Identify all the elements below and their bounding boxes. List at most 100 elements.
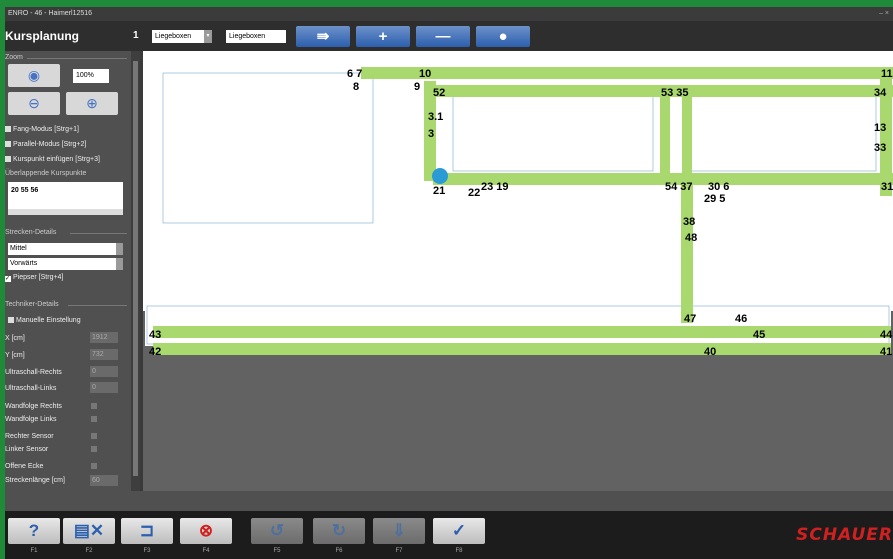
- point-label: 52: [433, 87, 445, 99]
- map-canvas[interactable]: 6 7 8 10 9 11 52 53 35 34 3.1 3 13 33 56…: [143, 51, 893, 491]
- divider: [70, 233, 127, 234]
- wall-left-label: Wandfolge Links: [5, 416, 57, 423]
- us-left-label: Ultraschall-Links: [5, 385, 57, 392]
- remove-button[interactable]: —: [416, 26, 470, 47]
- key-label: F3: [143, 548, 151, 554]
- checkbox[interactable]: [5, 156, 11, 162]
- course-map[interactable]: 6 7 8 10 9 11 52 53 35 34 3.1 3 13 33 56…: [143, 51, 893, 491]
- point-label: 29 5: [704, 193, 725, 205]
- page-title: Kursplanung: [5, 29, 79, 43]
- brand-logo: SCHAUER: [796, 525, 893, 545]
- point-label: 30 6: [708, 181, 729, 193]
- redo-button[interactable]: ↻: [313, 518, 365, 544]
- delete-button[interactable]: ⊗: [180, 518, 232, 544]
- return-button[interactable]: ⊐: [121, 518, 173, 544]
- play-button[interactable]: ●: [476, 26, 530, 47]
- horizontal-scrollbar[interactable]: [8, 209, 123, 215]
- track-lower-2: [153, 343, 891, 355]
- sidebar-scrollbar[interactable]: [131, 51, 140, 491]
- x-label: X [cm]: [5, 335, 25, 342]
- us-right-field: 0: [90, 366, 118, 377]
- point-label: 41: [880, 346, 892, 358]
- wall-left-checkbox: [91, 416, 97, 422]
- point-label: 33: [874, 142, 886, 154]
- option-piepser[interactable]: ✓ Piepser [Strg+4]: [5, 274, 63, 282]
- arrow-right-icon: ⇛: [316, 28, 330, 45]
- right-sensor-checkbox: [91, 433, 97, 439]
- option-label: Fang-Modus [Strg+1]: [13, 126, 79, 133]
- speed-select[interactable]: Mittel: [8, 243, 123, 255]
- option-kurspunkt[interactable]: Kurspunkt einfügen [Strg+3]: [5, 156, 100, 163]
- track-top: [361, 67, 893, 79]
- speed-value: Mittel: [10, 245, 27, 252]
- option-manual[interactable]: Manuelle Einstellung: [5, 317, 81, 324]
- return-icon: ⊐: [139, 521, 155, 540]
- checkbox-checked[interactable]: ✓: [5, 276, 11, 282]
- status-bar: [5, 491, 893, 511]
- wall-right-checkbox: [91, 403, 97, 409]
- length-label: Streckenlänge [cm]: [5, 477, 65, 484]
- checkbox[interactable]: [5, 126, 11, 132]
- tools-button[interactable]: ▤✕: [63, 518, 115, 544]
- point-label: 3: [428, 128, 434, 140]
- direction-value: Vorwärts: [10, 260, 38, 267]
- key-label: F1: [30, 548, 38, 554]
- help-button[interactable]: ?: [8, 518, 60, 544]
- zoom-out-icon: ⊖: [28, 95, 40, 111]
- view-button[interactable]: ◉: [8, 64, 60, 87]
- key-label: F4: [202, 548, 210, 554]
- track-v1: [660, 87, 670, 182]
- point-label: 8: [353, 81, 359, 93]
- option-parallel[interactable]: Parallel-Modus [Strg+2]: [5, 141, 86, 148]
- y-field: 732: [90, 349, 118, 360]
- overlap-list[interactable]: 20 55 56: [8, 182, 123, 215]
- point-label: 31: [881, 181, 893, 193]
- scroll-thumb[interactable]: [133, 61, 138, 476]
- key-label: F5: [273, 548, 281, 554]
- key-label: F8: [455, 548, 463, 554]
- point-label: 46: [735, 313, 747, 325]
- chevron-down-icon: [116, 243, 123, 255]
- type-field[interactable]: Liegeboxen: [226, 30, 286, 43]
- app-window: ENRO - 46 - Haimerl12516 – × Kursplanung…: [5, 7, 893, 559]
- point-label: 11: [881, 68, 893, 80]
- zoom-input[interactable]: 100%: [73, 69, 109, 83]
- option-label: Manuelle Einstellung: [16, 317, 81, 324]
- checkbox[interactable]: [8, 317, 14, 323]
- confirm-icon: ✓: [451, 521, 467, 540]
- undo-icon: ↺: [269, 521, 285, 540]
- forward-button[interactable]: ⇛: [296, 26, 350, 47]
- length-field: 60: [90, 475, 118, 486]
- download-icon: ⇓: [391, 521, 407, 540]
- plus-icon: +: [378, 28, 388, 45]
- zoom-in-button[interactable]: ⊕: [66, 92, 118, 115]
- left-sensor-checkbox: [91, 446, 97, 452]
- confirm-button[interactable]: ✓: [433, 518, 485, 544]
- y-label: Y [cm]: [5, 352, 25, 359]
- divider: [27, 58, 127, 59]
- option-fang[interactable]: Fang-Modus [Strg+1]: [5, 126, 79, 133]
- selected-point: [432, 168, 448, 184]
- point-label: 54 37: [665, 181, 693, 193]
- chevron-down-icon: [116, 258, 123, 270]
- point-label: 21: [433, 185, 445, 197]
- type-select[interactable]: Liegeboxen ▾: [152, 30, 212, 43]
- point-label: 22: [468, 187, 480, 199]
- point-label: 3.1: [428, 111, 443, 123]
- direction-select[interactable]: Vorwärts: [8, 258, 123, 270]
- checkbox[interactable]: [5, 141, 11, 147]
- techniker-label: Techniker-Details: [5, 301, 59, 308]
- overlap-values: 20 55 56: [11, 187, 39, 194]
- us-right-label: Ultraschall-Rechts: [5, 369, 62, 376]
- add-button[interactable]: +: [356, 26, 410, 47]
- point-label: 44: [880, 329, 893, 341]
- point-label: 43: [149, 329, 161, 341]
- undo-button[interactable]: ↺: [251, 518, 303, 544]
- wall-right-label: Wandfolge Rechts: [5, 403, 62, 410]
- point-label: 48: [685, 232, 697, 244]
- minimize-icon[interactable]: – ×: [879, 7, 889, 21]
- divider: [68, 305, 127, 306]
- download-button[interactable]: ⇓: [373, 518, 425, 544]
- point-label: 38: [683, 216, 695, 228]
- zoom-out-button[interactable]: ⊖: [8, 92, 60, 115]
